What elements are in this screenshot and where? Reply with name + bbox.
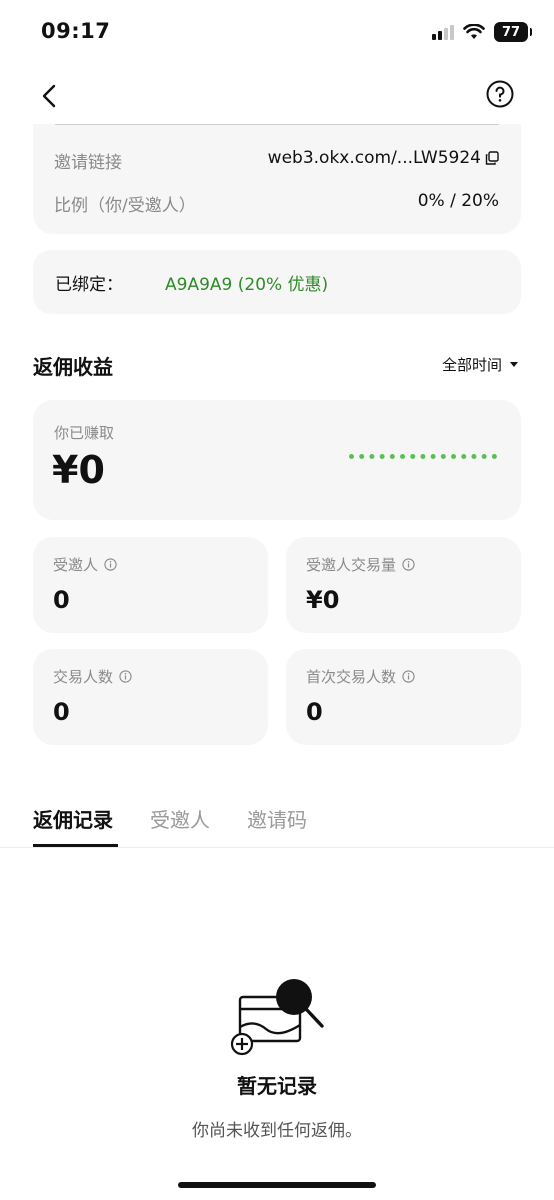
stat-value: 0 [53,586,70,614]
nav-bar [0,68,554,124]
stat-label-row: 交易人数 [53,666,132,687]
stat-card-invitees: 受邀人 0 [33,537,268,633]
divider [55,124,499,125]
earned-card: 你已赚取 ¥0 [33,400,521,520]
stat-label-row: 受邀人交易量 [306,554,415,575]
time-filter-label: 全部时间 [441,356,502,374]
stat-label-row: 受邀人 [53,554,117,575]
stat-label: 受邀人交易量 [306,556,397,574]
stat-label: 受邀人 [53,556,99,574]
rebate-section-title: 返佣收益 [33,355,113,379]
tab-rebate-records[interactable]: 返佣记录 [33,804,113,833]
status-time: 09:17 [41,19,111,43]
info-icon[interactable] [402,558,415,571]
stat-value: 0 [306,698,323,726]
records-tabs: 返佣记录 受邀人 邀请码 [0,790,554,848]
invite-link-label: 邀请链接 [54,153,122,173]
earned-label: 你已赚取 [54,424,115,442]
earnings-sparkline [349,454,497,459]
empty-description: 你尚未收到任何返佣。 [192,1121,362,1141]
back-button[interactable] [34,80,64,112]
bound-label: 已绑定： [55,275,123,295]
stat-value: 0 [53,698,70,726]
tab-invitees[interactable]: 受邀人 [150,804,210,833]
caret-down-icon [510,362,518,367]
battery-level: 77 [501,24,521,40]
time-filter-dropdown[interactable]: 全部时间 [442,354,518,375]
chevron-left-icon [42,84,56,108]
stat-card-traders: 交易人数 0 [33,649,268,745]
info-icon[interactable] [104,558,117,571]
stat-label: 交易人数 [53,668,114,686]
copy-icon[interactable] [485,151,499,165]
info-icon[interactable] [402,670,415,683]
question-circle-icon [486,80,514,108]
ratio-label: 比例（你/受邀人） [54,196,196,216]
invite-info-card: 邀请链接 web3.okx.com/...LW5924 比例（你/受邀人） 0%… [33,124,521,234]
empty-title: 暂无记录 [237,1074,317,1098]
status-bar: 09:17 77 [0,0,554,68]
home-indicator [178,1182,376,1188]
status-icons: 77 [432,22,532,42]
empty-records-icon [230,979,324,1056]
stat-card-first-traders: 首次交易人数 0 [286,649,521,745]
invite-link-value: web3.okx.com/...LW5924 [267,148,481,168]
help-button[interactable] [486,80,514,108]
bound-code-card: 已绑定： A9A9A9 (20% 优惠) [33,250,521,314]
earned-value: ¥0 [52,448,105,492]
stat-card-invitee-volume: 受邀人交易量 ¥0 [286,537,521,633]
stat-value: ¥0 [306,586,340,614]
battery-icon: 77 [494,22,532,42]
info-icon[interactable] [119,670,132,683]
bound-code-value: A9A9A9 (20% 优惠) [165,275,329,295]
ratio-value: 0% / 20% [417,191,499,211]
stat-label-row: 首次交易人数 [306,666,415,687]
signal-icon [432,25,454,40]
wifi-icon [463,24,485,39]
invite-link-row[interactable]: web3.okx.com/...LW5924 [268,148,499,168]
tab-invite-codes[interactable]: 邀请码 [247,804,307,833]
active-tab-indicator [33,844,118,847]
stat-label: 首次交易人数 [306,668,397,686]
